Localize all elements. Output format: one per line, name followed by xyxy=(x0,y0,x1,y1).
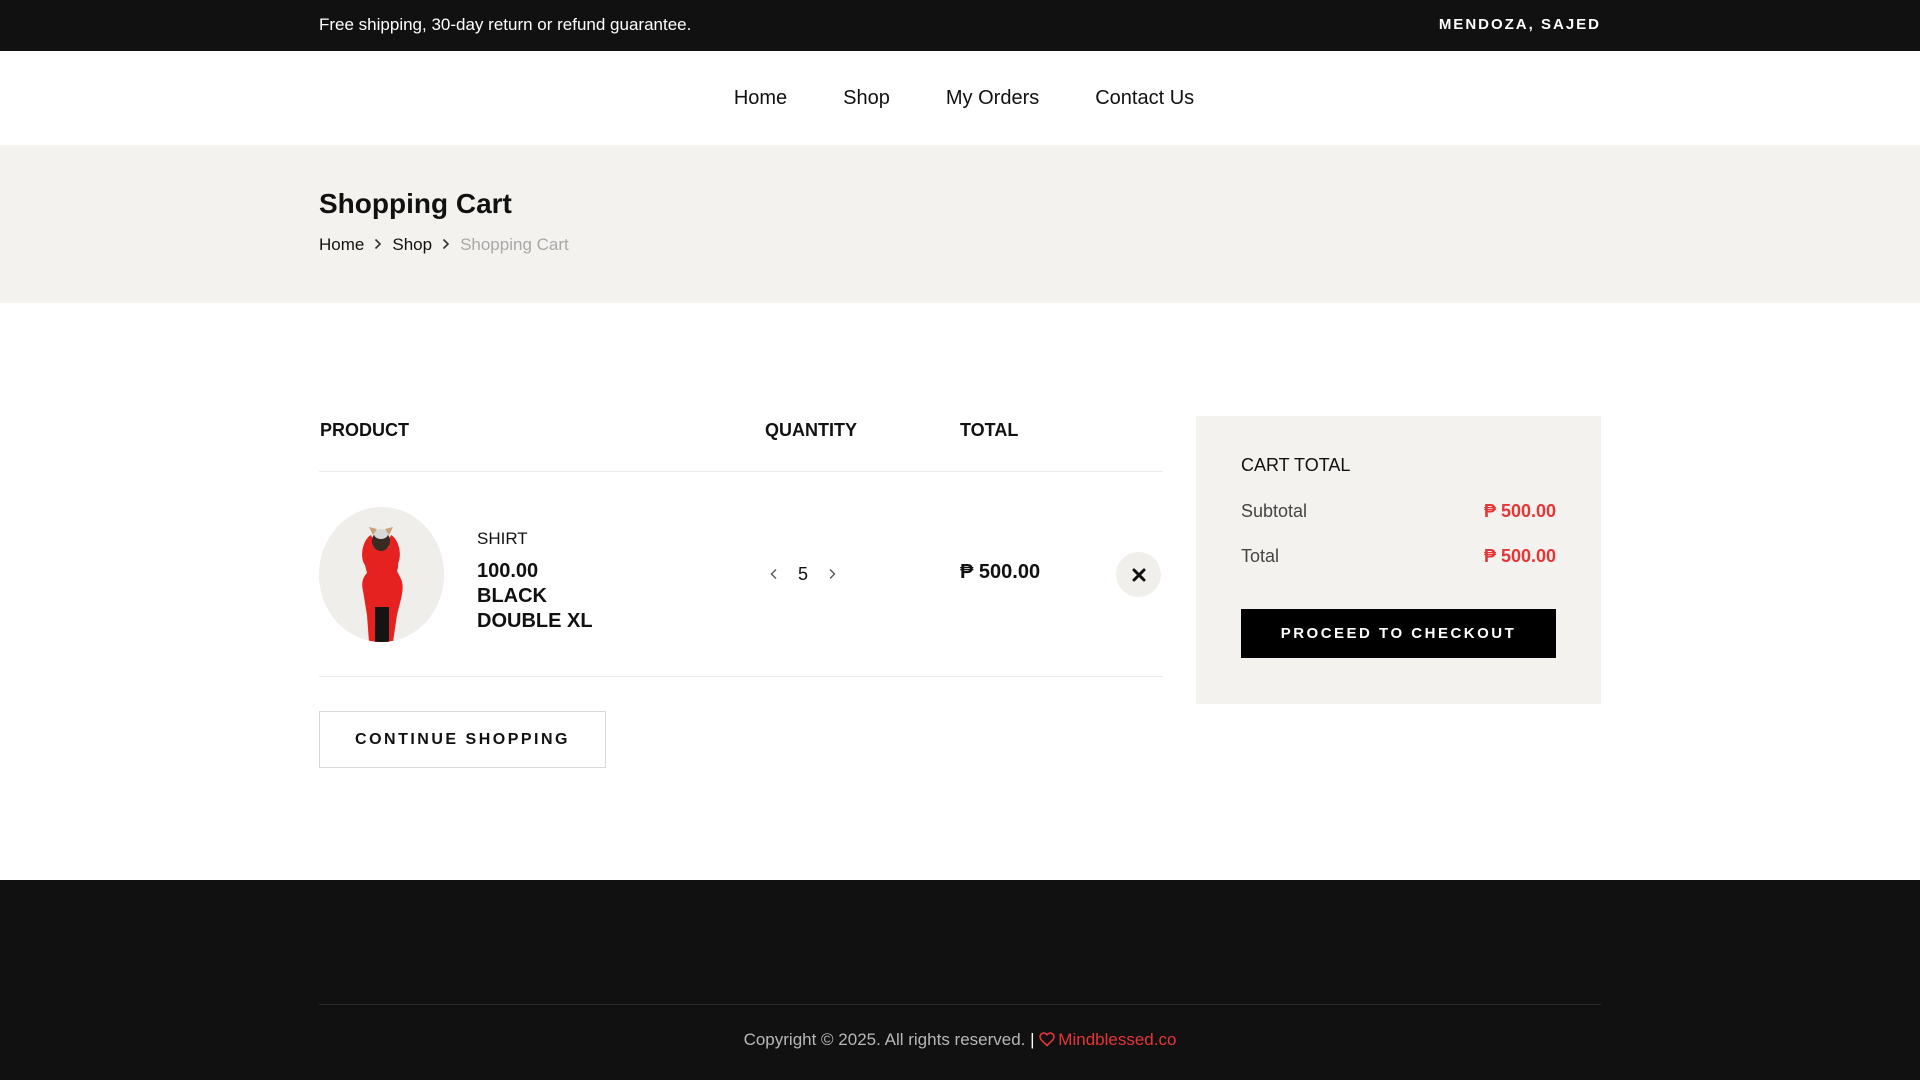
page-header: Shopping Cart Home Shop Shopping Cart xyxy=(0,145,1920,303)
product-category: SHIRT xyxy=(477,529,528,548)
brand-link[interactable]: Mindblessed.co xyxy=(1039,1030,1176,1049)
header-total: TOTAL xyxy=(960,420,1019,440)
cart-table-header: PRODUCT QUANTITY TOTAL xyxy=(319,404,1163,472)
line-total: ₱ 500.00 xyxy=(960,561,1041,583)
chevron-right-icon[interactable] xyxy=(820,565,844,585)
product-color: BLACK xyxy=(477,585,547,607)
total-line: Total ₱ 500.00 xyxy=(1241,546,1556,567)
proceed-to-checkout-button[interactable]: PROCEED TO CHECKOUT xyxy=(1241,609,1556,658)
copyright-line: Copyright © 2025. All rights reserved. |… xyxy=(0,1030,1920,1052)
user-name[interactable]: MENDOZA, SAJED xyxy=(1439,16,1601,33)
breadcrumb-current: Shopping Cart xyxy=(460,235,569,254)
total-label: Total xyxy=(1241,546,1280,566)
copyright-separator: | xyxy=(1030,1030,1035,1049)
breadcrumb: Home Shop Shopping Cart xyxy=(319,235,569,255)
copyright-text: Copyright © 2025. All rights reserved. xyxy=(743,1030,1031,1049)
product-info: SHIRT 100.00 BLACK DOUBLE XL xyxy=(477,529,593,634)
cart-total-panel: CART TOTAL Subtotal ₱ 500.00 Total ₱ 500… xyxy=(1196,416,1601,704)
cart-total-title: CART TOTAL xyxy=(1241,455,1351,475)
page-title: Shopping Cart xyxy=(319,188,512,219)
cart-row: SHIRT 100.00 BLACK DOUBLE XL ₱ 500.00 xyxy=(319,472,1163,677)
footer: Copyright © 2025. All rights reserved. |… xyxy=(0,880,1920,1080)
subtotal-label: Subtotal xyxy=(1241,501,1308,521)
announcement-bar: Free shipping, 30-day return or refund g… xyxy=(0,0,1920,51)
header-product: PRODUCT xyxy=(320,420,409,440)
footer-divider xyxy=(319,1004,1601,1005)
quantity-stepper xyxy=(762,564,844,585)
product-image xyxy=(319,507,444,642)
nav-home[interactable]: Home xyxy=(734,87,787,110)
shipping-notice: Free shipping, 30-day return or refund g… xyxy=(319,15,692,34)
heart-icon xyxy=(1039,1032,1056,1052)
header-quantity: QUANTITY xyxy=(765,420,857,440)
chevron-right-icon xyxy=(374,237,382,253)
nav-my-orders[interactable]: My Orders xyxy=(946,87,1039,110)
cart-table: PRODUCT QUANTITY TOTAL SHIRT 100.00 BLAC… xyxy=(319,404,1163,677)
chevron-left-icon[interactable] xyxy=(762,565,786,585)
total-value: ₱ 500.00 xyxy=(1483,546,1556,566)
nav-contact-us[interactable]: Contact Us xyxy=(1095,87,1194,110)
breadcrumb-shop[interactable]: Shop xyxy=(392,235,432,255)
product-price: 100.00 xyxy=(477,560,539,582)
subtotal-line: Subtotal ₱ 500.00 xyxy=(1241,501,1556,522)
brand-name: Mindblessed.co xyxy=(1058,1030,1177,1049)
continue-shopping-button[interactable]: CONTINUE SHOPPING xyxy=(319,711,606,768)
product-thumbnail[interactable] xyxy=(319,507,444,642)
main-nav: Home Shop My Orders Contact Us xyxy=(0,51,1920,145)
quantity-input[interactable] xyxy=(786,564,820,585)
close-icon xyxy=(1132,568,1145,581)
subtotal-value: ₱ 500.00 xyxy=(1483,501,1556,521)
product-size: DOUBLE XL xyxy=(477,610,593,632)
chevron-right-icon xyxy=(442,237,450,253)
breadcrumb-home[interactable]: Home xyxy=(319,235,364,255)
remove-item-button[interactable] xyxy=(1116,552,1161,597)
nav-shop[interactable]: Shop xyxy=(843,87,890,110)
